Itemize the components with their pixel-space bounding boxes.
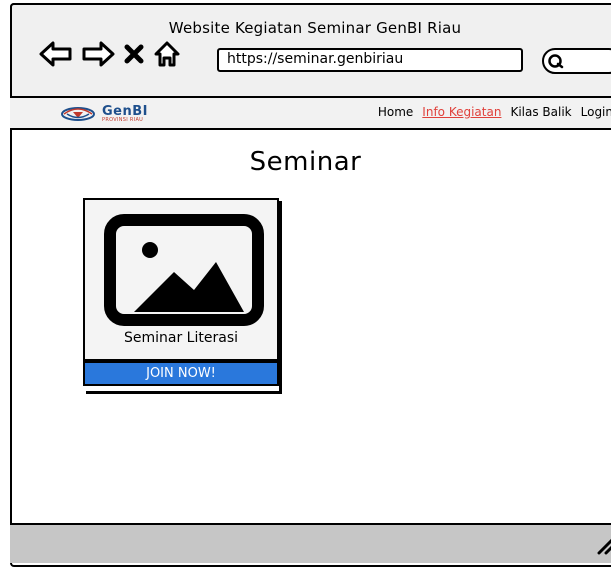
home-icon[interactable] [152, 39, 182, 73]
site-nav: Home Info Kegiatan Kilas Balik Login [378, 105, 611, 119]
nav-link-login[interactable]: Login [581, 105, 611, 119]
browser-search-field[interactable] [542, 48, 611, 74]
logo-emblem-icon [61, 107, 95, 121]
page-title: Seminar [249, 147, 362, 177]
join-now-button[interactable]: JOIN NOW! [83, 361, 279, 386]
image-placeholder-icon [104, 214, 264, 326]
site-header: GenBI PROVINSI RIAU Home Info Kegiatan K… [10, 96, 611, 130]
browser-chrome: Website Kegiatan Seminar GenBI Riau http… [10, 3, 611, 96]
nav-link-kilas-balik[interactable]: Kilas Balik [510, 105, 571, 119]
seminar-card[interactable]: Seminar Literasi JOIN NOW! [83, 198, 279, 391]
nav-link-info-kegiatan[interactable]: Info Kegiatan [422, 105, 501, 119]
url-bar[interactable]: https://seminar.genbiriau [217, 48, 523, 72]
forward-arrow-icon[interactable] [80, 40, 116, 72]
search-icon [548, 54, 564, 69]
nav-link-home[interactable]: Home [378, 105, 413, 119]
window-title: Website Kegiatan Seminar GenBI Riau [168, 19, 462, 37]
status-bar [10, 523, 611, 563]
logo-subtitle: PROVINSI RIAU [102, 116, 144, 123]
resize-grip-icon[interactable] [595, 535, 611, 555]
close-x-icon[interactable] [122, 42, 146, 70]
logo-name: GenBI [102, 103, 148, 119]
card-body: Seminar Literasi [83, 198, 279, 361]
card-title: Seminar Literasi [124, 330, 238, 346]
browser-nav-buttons [38, 40, 182, 72]
back-arrow-icon[interactable] [38, 40, 74, 72]
genbi-logo[interactable]: GenBI PROVINSI RIAU [60, 105, 148, 123]
